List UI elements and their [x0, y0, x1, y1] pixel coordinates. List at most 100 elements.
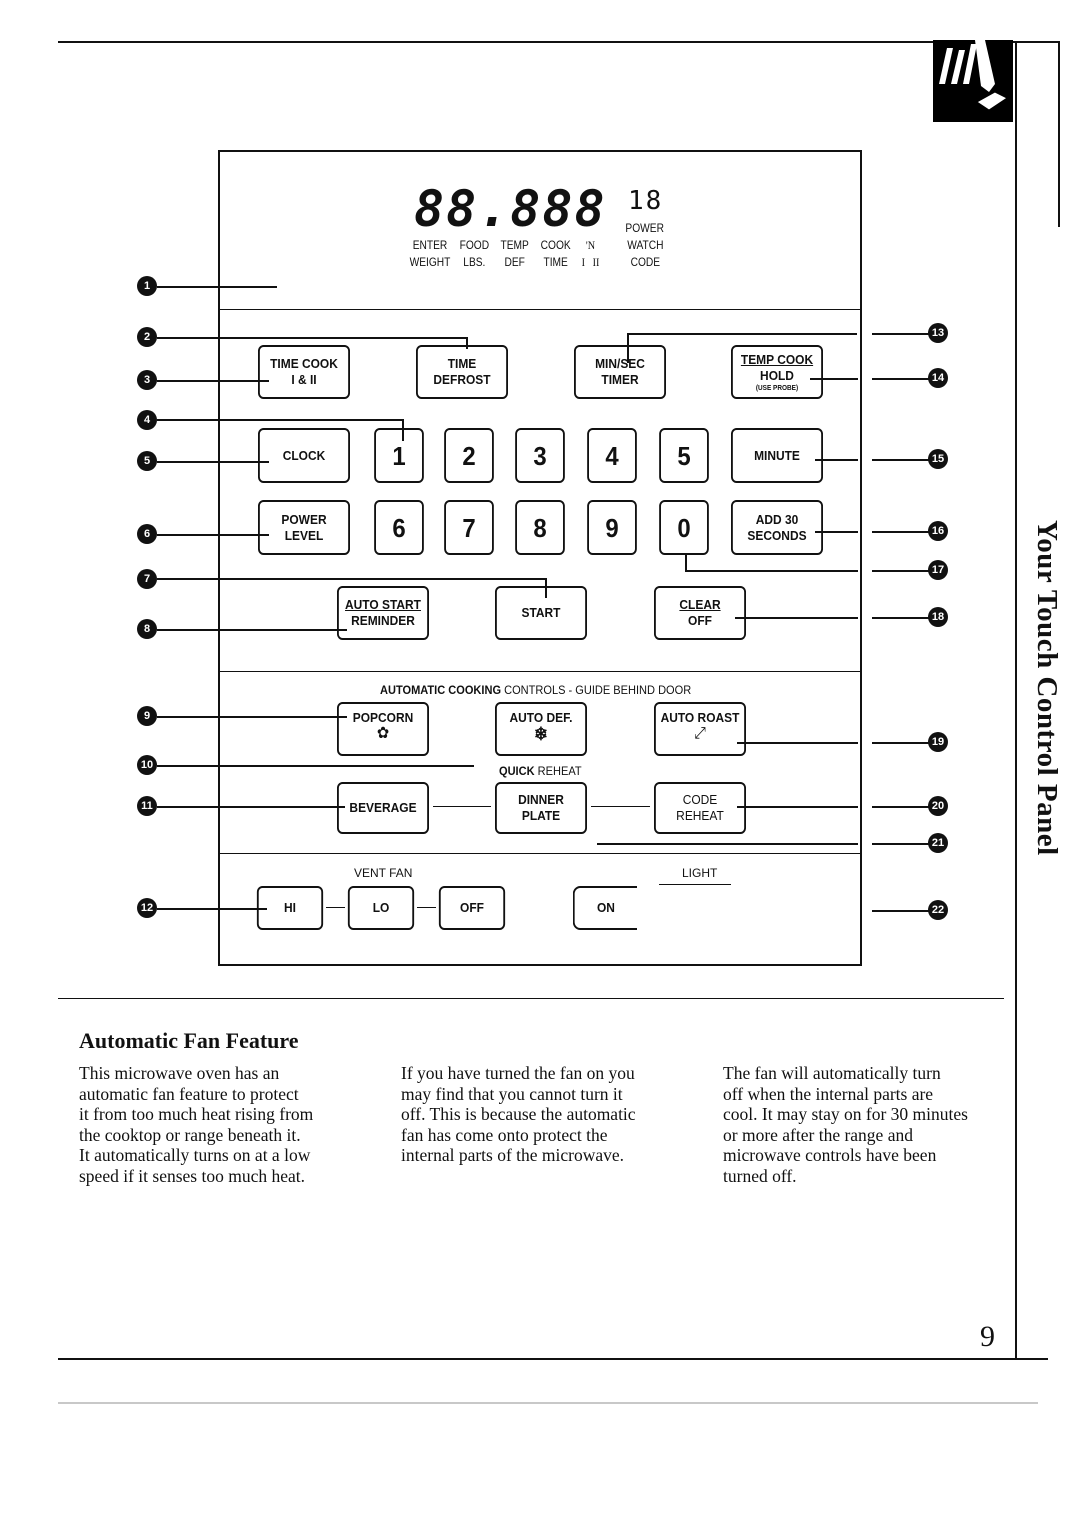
leader-line-3: [157, 380, 269, 382]
leader-line-15-out: [872, 459, 930, 461]
callout-19: 19: [928, 732, 948, 752]
display-label-line: 'N: [585, 238, 596, 252]
light-on-button[interactable]: ON: [572, 886, 638, 930]
digit-1-button[interactable]: 1: [374, 428, 424, 483]
leader-line-18-out: [872, 617, 930, 619]
add-30-seconds-button[interactable]: ADD 30 SECONDS: [731, 500, 823, 555]
callout-20: 20: [928, 796, 948, 816]
button-label: 5: [677, 440, 691, 471]
button-label: TIME: [447, 356, 477, 371]
callout-17: 17: [928, 560, 948, 580]
leader-line-1: [157, 286, 277, 288]
callout-18: 18: [928, 607, 948, 627]
footer-rule: [58, 1402, 1038, 1404]
digit-0-button[interactable]: 0: [659, 500, 709, 555]
clear-off-button[interactable]: CLEAR OFF: [654, 586, 746, 640]
digit-9-button[interactable]: 9: [587, 500, 637, 555]
button-label: AUTO ROAST: [660, 710, 740, 725]
beverage-button[interactable]: BEVERAGE: [337, 782, 429, 834]
quick-label-rest: REHEAT: [534, 764, 582, 778]
display-label-power: POWER: [625, 221, 664, 235]
display-label-enter-weight: ENTER WEIGHT: [410, 237, 451, 271]
left-leader-spine: [218, 270, 219, 960]
fan-off-button[interactable]: OFF: [438, 886, 506, 930]
digit-8-button[interactable]: 8: [515, 500, 565, 555]
code-reheat-button[interactable]: CODE REHEAT: [654, 782, 746, 834]
button-label: 3: [533, 440, 547, 471]
callout-7: 7: [137, 569, 157, 589]
leader-line-4-drop: [402, 419, 404, 441]
min-sec-timer-button[interactable]: MIN/SEC TIMER: [574, 345, 666, 399]
display-label-line: WEIGHT: [409, 255, 451, 269]
leader-line-14-out: [872, 378, 930, 380]
dinner-plate-button[interactable]: DINNER PLATE: [495, 782, 587, 834]
digital-display-segments: 88.888: [414, 180, 607, 238]
snowflake-icon: ❄: [534, 724, 548, 744]
leader-line-20: [737, 806, 858, 808]
temp-cook-hold-button[interactable]: TEMP COOK HOLD (USE PROBE): [731, 345, 823, 399]
display-label-watch-code: WATCH CODE: [627, 237, 663, 271]
side-tab-rule-right: [1058, 41, 1060, 227]
callout-11: 11: [137, 796, 157, 816]
leader-line-17-out: [872, 570, 930, 572]
display-label-line: COOK: [540, 238, 571, 252]
minute-button[interactable]: MINUTE: [731, 428, 823, 483]
button-label: LO: [372, 900, 390, 915]
callout-5: 5: [137, 451, 157, 471]
fan-lo-button[interactable]: LO: [347, 886, 415, 930]
button-label: AUTO START: [345, 597, 421, 612]
digit-3-button[interactable]: 3: [515, 428, 565, 483]
auto-roast-button[interactable]: AUTO ROAST ⤢: [654, 702, 746, 756]
article-heading: Automatic Fan Feature: [79, 1028, 299, 1053]
clock-button[interactable]: CLOCK: [258, 428, 350, 483]
leader-line-16: [815, 531, 858, 533]
power-level-button[interactable]: POWER LEVEL: [258, 500, 350, 555]
leader-line-16-out: [872, 531, 930, 533]
button-label: OFF: [460, 900, 484, 915]
callout-4: 4: [137, 410, 157, 430]
connector: [433, 806, 491, 807]
popcorn-button[interactable]: POPCORN ✿: [337, 702, 429, 756]
auto-start-reminder-button[interactable]: AUTO START REMINDER: [337, 586, 429, 640]
start-button[interactable]: START: [495, 586, 587, 640]
hand-pressing-button-icon: [933, 40, 1013, 122]
time-defrost-button[interactable]: TIME DEFROST: [416, 345, 508, 399]
display-label-line: CODE: [630, 255, 661, 269]
callout-15: 15: [928, 449, 948, 469]
temperature-probe-icon: ⤢: [694, 725, 706, 742]
button-label: 6: [392, 512, 406, 543]
callout-22: 22: [928, 900, 948, 920]
callout-10: 10: [137, 755, 157, 775]
light-label: LIGHT: [682, 866, 718, 880]
bottom-rule: [58, 1358, 1048, 1360]
leader-line-6: [157, 534, 269, 536]
leader-line-10: [157, 765, 474, 767]
button-label: 7: [462, 512, 476, 543]
digit-6-button[interactable]: 6: [374, 500, 424, 555]
leader-line-13-drop: [627, 333, 629, 363]
time-cook-button[interactable]: TIME COOK I & II: [258, 345, 350, 399]
connector: [591, 806, 650, 807]
leader-line-21: [597, 843, 858, 845]
display-label-temp-def: TEMP DEF: [501, 237, 529, 271]
leader-line-22-out: [872, 910, 930, 912]
leader-line-21-out: [872, 843, 930, 845]
button-label: POPCORN: [352, 710, 414, 725]
leader-line-7: [157, 578, 546, 580]
button-label: MINUTE: [754, 447, 800, 463]
callout-1: 1: [137, 276, 157, 296]
leader-line-19: [737, 742, 858, 744]
display-divider: [218, 309, 862, 310]
digit-2-button[interactable]: 2: [444, 428, 494, 483]
article-column-3: The fan will automatically turn off when…: [723, 1063, 968, 1186]
digit-4-button[interactable]: 4: [587, 428, 637, 483]
button-label: DEFROST: [433, 372, 491, 387]
digit-5-button[interactable]: 5: [659, 428, 709, 483]
button-label: ADD 30: [755, 511, 799, 527]
display-label-line: TEMP: [500, 238, 529, 252]
button-label: 4: [605, 440, 619, 471]
auto-defrost-button[interactable]: AUTO DEF. ❄: [495, 702, 587, 756]
digit-7-button[interactable]: 7: [444, 500, 494, 555]
button-label: TEMP COOK: [740, 351, 814, 367]
button-label: TIMER: [601, 372, 639, 387]
